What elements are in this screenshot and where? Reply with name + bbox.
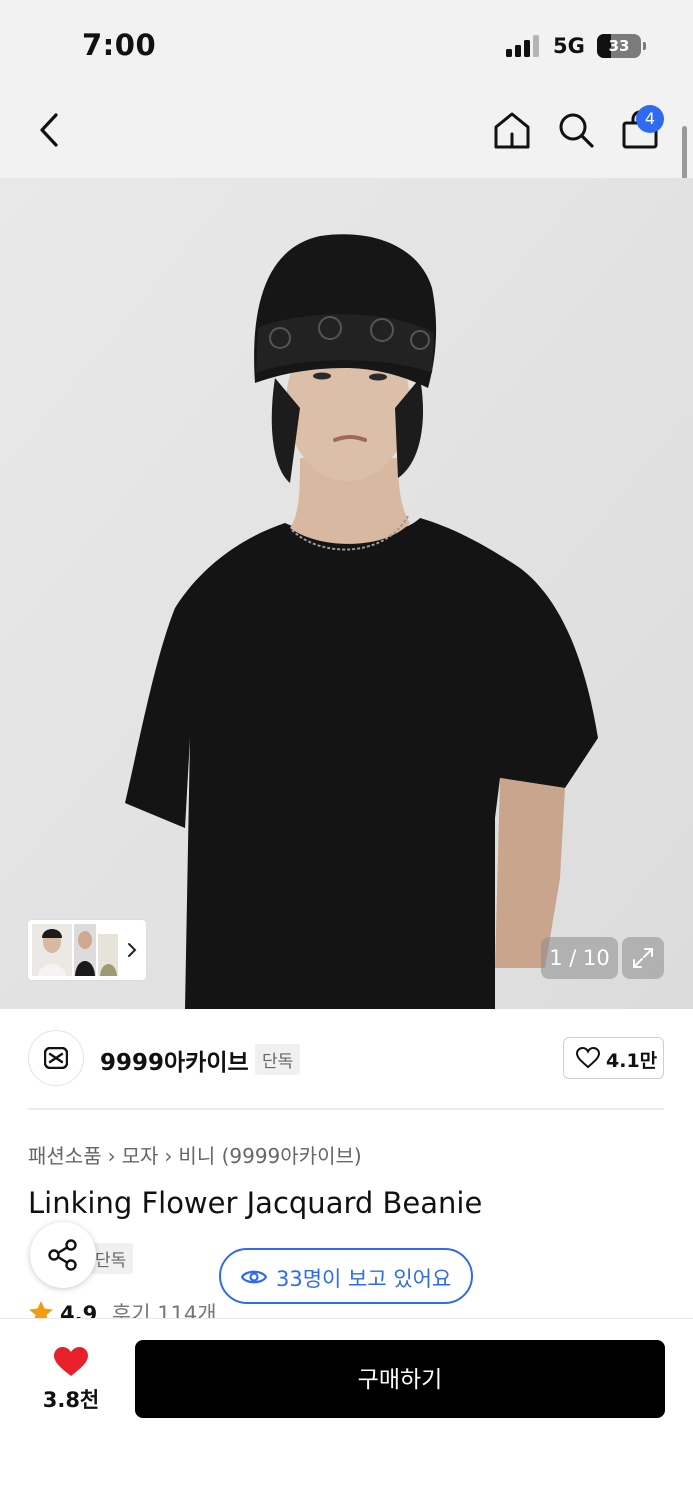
breadcrumb-item-hat[interactable]: 모자 — [122, 1144, 159, 1168]
share-icon — [48, 1239, 77, 1271]
image-counter: 1 / 10 — [541, 937, 618, 979]
status-time: 7:00 — [82, 28, 157, 62]
brand-name[interactable]: 9999아카이브 — [100, 1043, 249, 1077]
breadcrumb-separator: › — [107, 1144, 116, 1168]
expand-icon — [633, 948, 653, 968]
signal-icon — [506, 35, 539, 57]
brand-like-button[interactable]: 4.1만 — [563, 1037, 664, 1079]
wishlist-count: 3.8천 — [42, 1388, 100, 1412]
breadcrumb-item-fashion[interactable]: 패션소품 — [28, 1144, 102, 1168]
search-icon[interactable] — [556, 110, 596, 150]
brand-like-count: 4.1만 — [606, 1050, 658, 1072]
chevron-right-icon — [128, 943, 137, 957]
divider — [28, 1108, 664, 1110]
expand-button[interactable] — [622, 937, 664, 979]
thumbnail-strip[interactable] — [28, 920, 146, 980]
breadcrumb-separator: › — [164, 1144, 173, 1168]
rating-row[interactable]: 4.9 후기 114개 — [28, 1298, 328, 1320]
network-label: 5G — [553, 34, 585, 58]
brand-logo[interactable] — [28, 1030, 84, 1086]
back-icon[interactable] — [36, 112, 64, 148]
cart-badge: 4 — [636, 105, 664, 133]
home-icon[interactable] — [492, 110, 532, 150]
heart-filled-icon[interactable] — [53, 1346, 89, 1378]
share-button[interactable] — [30, 1222, 96, 1288]
exclusive-badge: 단독 — [255, 1044, 301, 1075]
model-photo — [0, 178, 693, 1009]
viewers-pill: 33명이 보고 있어요 — [219, 1248, 473, 1304]
product-title: Linking Flower Jacquard Beanie — [28, 1186, 483, 1220]
viewers-text: 33명이 보고 있어요 — [276, 1267, 452, 1291]
buy-button[interactable]: 구매하기 — [135, 1340, 665, 1418]
breadcrumb: 패션소품 › 모자 › 비니 (9999아카이브) — [28, 1140, 362, 1169]
eye-icon — [241, 1270, 267, 1284]
heart-outline-icon — [576, 1047, 600, 1069]
battery-icon: 33 — [597, 34, 641, 58]
product-image[interactable] — [0, 178, 693, 1009]
breadcrumb-item-beanie[interactable]: 비니 (9999아카이브) — [178, 1144, 361, 1168]
battery-tip — [643, 42, 646, 50]
brand-logo-icon — [44, 1047, 68, 1069]
battery-level: 33 — [608, 37, 630, 55]
top-bar — [0, 0, 693, 178]
